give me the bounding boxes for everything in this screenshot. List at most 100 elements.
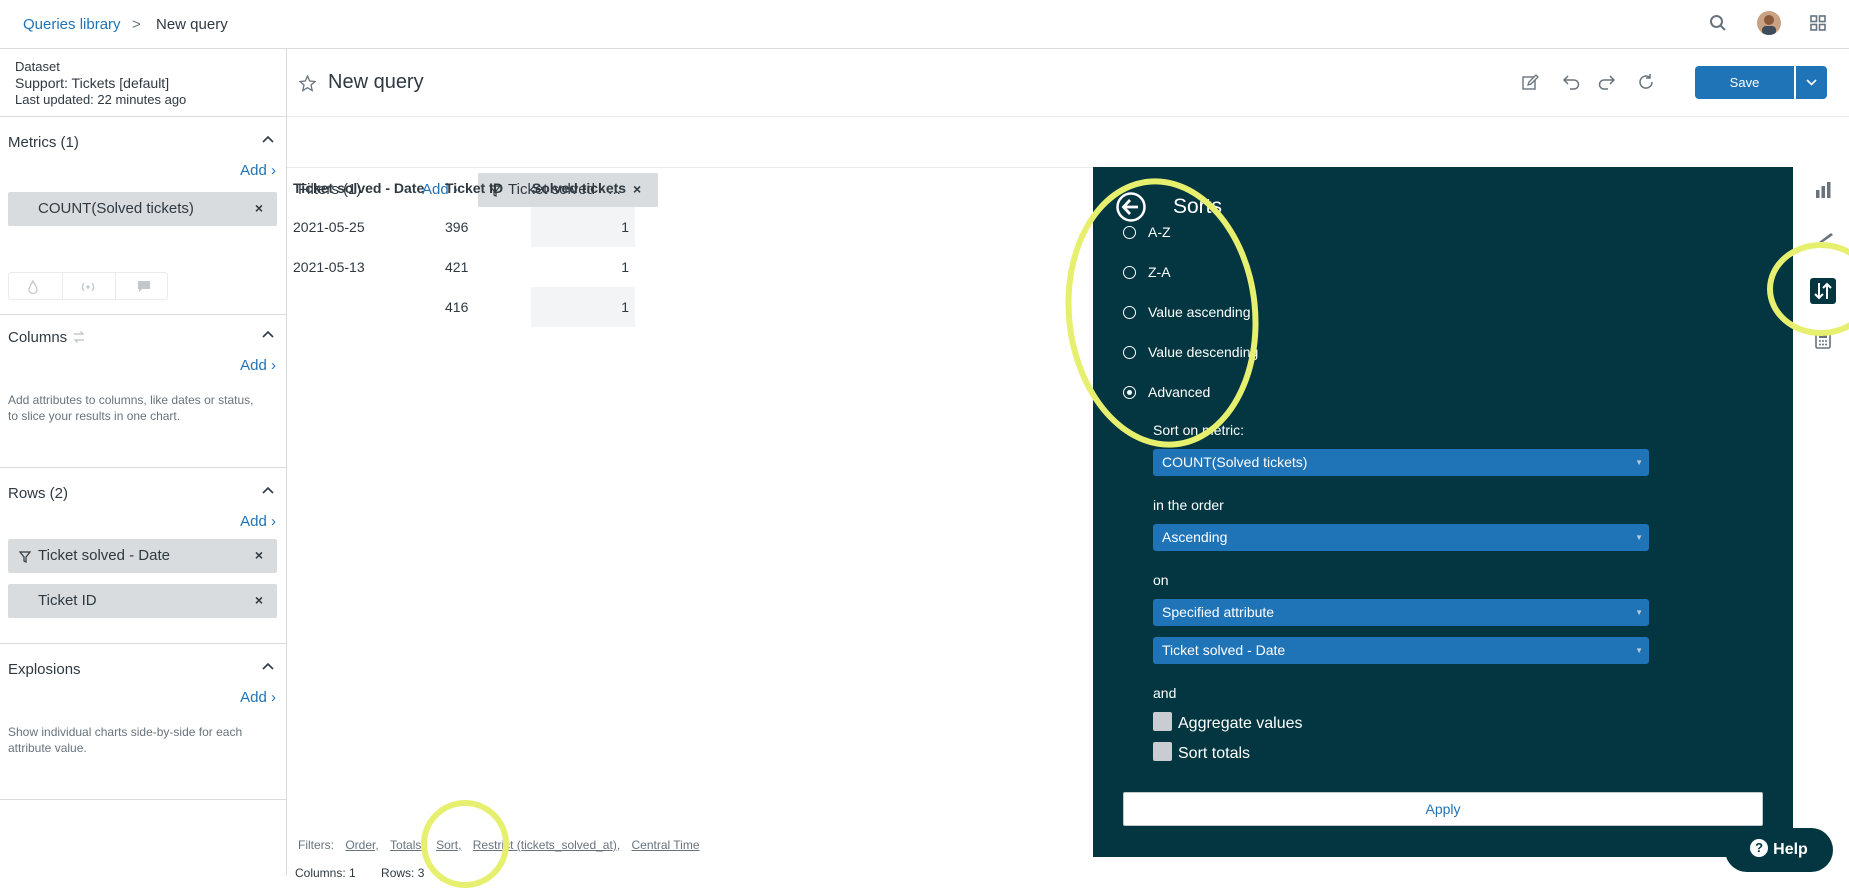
checkbox-label: Aggregate values	[1178, 715, 1303, 732]
collapse-explosions-icon[interactable]	[262, 658, 274, 673]
checkbox-label: Sort totals	[1178, 745, 1251, 762]
metric-pill-count-solved-tickets[interactable]: COUNT(Solved tickets) ×	[8, 192, 277, 226]
collapse-rows-icon[interactable]	[262, 482, 274, 497]
save-button[interactable]: Save	[1695, 66, 1794, 99]
table-cell: 421	[445, 259, 469, 275]
sort-totals-option[interactable]: Sort totals	[1153, 742, 1250, 763]
table-cell: 1	[621, 259, 629, 275]
apply-button[interactable]: Apply	[1123, 792, 1763, 826]
aggregate-values-option[interactable]: Aggregate values	[1153, 712, 1303, 733]
row-pill-label: Ticket ID	[38, 592, 97, 609]
metrics-section-title: Metrics (1)	[8, 134, 79, 151]
footer-columns-count: Columns: 1	[295, 866, 356, 880]
rows-section-title: Rows (2)	[8, 485, 69, 502]
select-value: Ascending	[1162, 529, 1228, 545]
divider	[0, 116, 287, 117]
dropdown-arrow-icon: ▼	[1635, 608, 1643, 617]
dropdown-arrow-icon: ▼	[1635, 646, 1643, 655]
sort-on-select[interactable]: Specified attribute ▼	[1153, 599, 1649, 626]
sort-on-label: on	[1153, 572, 1169, 588]
table-row: 2021-05-25 396 1	[293, 207, 635, 247]
metric-pill-label: COUNT(Solved tickets)	[38, 200, 194, 217]
table-header-row: Ticket solved - Date Ticket ID Solved ti…	[293, 169, 635, 207]
comment-icon[interactable]	[137, 280, 151, 296]
undo-icon[interactable]	[1562, 74, 1580, 93]
dropdown-arrow-icon: ▼	[1635, 458, 1643, 467]
product-tray-icon[interactable]	[1810, 15, 1826, 34]
columns-section-title: Columns	[8, 329, 68, 346]
explosions-section-title: Explosions	[8, 661, 81, 678]
bar-chart-icon[interactable]	[1813, 180, 1839, 206]
dataset-name[interactable]: Support: Tickets [default]	[15, 75, 169, 91]
save-options-button[interactable]	[1796, 66, 1827, 99]
table-row: 2021-05-13 421 1	[293, 247, 635, 287]
footer-filters-label: Filters:	[298, 838, 334, 852]
remove-row-button[interactable]: ×	[255, 592, 263, 608]
sort-attribute-select[interactable]: Ticket solved - Date ▼	[1153, 637, 1649, 664]
results-table: Ticket solved - Date Ticket ID Solved ti…	[293, 169, 635, 327]
query-footer-stats: Columns: 1 Rows: 3	[295, 866, 424, 880]
remove-row-button[interactable]: ×	[255, 547, 263, 563]
row-pill-label: Ticket solved - Date	[38, 547, 170, 564]
add-explosion-link[interactable]: Add ›	[240, 689, 276, 706]
sort-order-select[interactable]: Ascending ▼	[1153, 524, 1649, 551]
avatar[interactable]	[1757, 11, 1781, 35]
display-options-separator	[62, 273, 63, 299]
refresh-icon[interactable]	[1637, 73, 1655, 94]
footer-link-timezone[interactable]: Central Time	[632, 838, 700, 852]
add-row-link[interactable]: Add ›	[240, 513, 276, 530]
swap-axes-icon[interactable]	[72, 330, 86, 347]
sort-and-label: and	[1153, 685, 1177, 701]
dropdown-arrow-icon: ▼	[1635, 533, 1643, 542]
breadcrumb-separator: >	[132, 16, 141, 33]
query-title[interactable]: New query	[328, 71, 424, 94]
select-value: Specified attribute	[1162, 604, 1275, 620]
divider	[0, 643, 287, 644]
row-pill-ticket-solved-date[interactable]: Ticket solved - Date ×	[8, 539, 277, 573]
sort-totals-checkbox[interactable]	[1153, 742, 1172, 761]
query-title-bar: New query Save	[287, 49, 1849, 117]
divider	[0, 799, 287, 800]
redo-icon[interactable]	[1598, 74, 1616, 93]
explosions-hint: Show individual charts side-by-side for …	[8, 725, 243, 755]
add-column-link[interactable]: Add ›	[240, 357, 276, 374]
column-header[interactable]: Ticket ID	[445, 169, 531, 207]
column-header[interactable]: Solved tickets	[531, 169, 635, 207]
footer-link-totals[interactable]: Totals,	[390, 838, 425, 852]
columns-hint: Add attributes to columns, like dates or…	[8, 393, 254, 423]
footer-rows-count: Rows: 3	[381, 866, 425, 880]
table-cell: 1	[531, 207, 635, 247]
table-cell: 396	[445, 219, 469, 235]
table-cell	[293, 287, 445, 327]
help-icon: ?	[1750, 839, 1769, 857]
drop-icon[interactable]	[27, 279, 39, 297]
divider	[0, 314, 287, 315]
footer-link-order[interactable]: Order,	[345, 838, 378, 852]
divider	[0, 467, 287, 468]
sort-metric-select[interactable]: COUNT(Solved tickets) ▼	[1153, 449, 1649, 476]
column-header[interactable]: Ticket solved - Date	[293, 169, 445, 207]
star-icon[interactable]	[298, 74, 317, 95]
table-cell: 2021-05-13	[293, 259, 365, 275]
row-pill-ticket-id[interactable]: Ticket ID ×	[8, 584, 277, 618]
edit-icon[interactable]	[1521, 74, 1539, 95]
collapse-columns-icon[interactable]	[262, 326, 274, 341]
table-cell: 2021-05-25	[293, 219, 365, 235]
broadcast-icon[interactable]	[79, 280, 97, 296]
aggregate-values-checkbox[interactable]	[1153, 712, 1172, 731]
help-button[interactable]: ? Help	[1725, 828, 1833, 872]
help-label: Help	[1773, 841, 1808, 858]
query-builder-sidebar: Dataset Support: Tickets [default] Last …	[0, 49, 287, 875]
remove-metric-button[interactable]: ×	[255, 200, 263, 216]
select-value: Ticket solved - Date	[1162, 642, 1286, 658]
dataset-label: Dataset	[15, 59, 60, 74]
metric-display-options	[8, 272, 168, 300]
sort-order-label: in the order	[1153, 497, 1224, 513]
add-metric-link[interactable]: Add ›	[240, 162, 276, 179]
search-icon[interactable]	[1709, 14, 1727, 35]
table-cell: 1	[531, 287, 635, 327]
collapse-metrics-icon[interactable]	[262, 131, 274, 146]
breadcrumb-queries-library[interactable]: Queries library	[23, 16, 121, 33]
filter-icon	[18, 550, 32, 566]
display-options-separator	[115, 273, 116, 299]
